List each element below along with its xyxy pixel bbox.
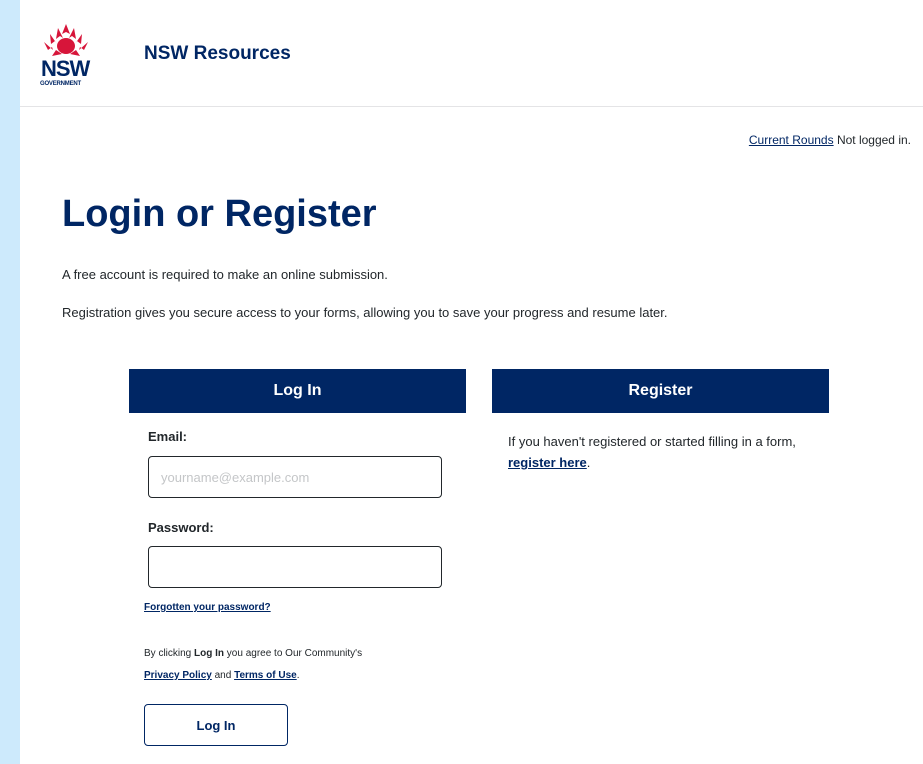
nsw-government-logo[interactable]: NSW GOVERNMENT bbox=[38, 22, 106, 92]
logo-subtext: GOVERNMENT bbox=[40, 81, 82, 87]
register-here-link[interactable]: register here bbox=[508, 455, 587, 470]
agree-login-bold: Log In bbox=[194, 648, 225, 659]
register-text: If you haven't registered or started fil… bbox=[508, 431, 818, 473]
current-rounds-link[interactable]: Current Rounds bbox=[749, 133, 834, 147]
agree-period: . bbox=[296, 670, 300, 681]
intro-text-2: Registration gives you secure access to … bbox=[62, 305, 668, 320]
email-field[interactable] bbox=[148, 456, 442, 498]
privacy-policy-link[interactable]: Privacy Policy bbox=[144, 670, 212, 681]
agree-mid: you agree to Our Community's bbox=[224, 648, 363, 659]
page-container: NSW GOVERNMENT NSW Resources Current Rou… bbox=[20, 0, 923, 764]
terms-agreement-text: By clicking Log In you agree to Our Comm… bbox=[144, 643, 362, 687]
email-label: Email: bbox=[148, 429, 188, 444]
login-button[interactable]: Log In bbox=[144, 704, 288, 746]
forgot-password-link[interactable]: Forgotten your password? bbox=[144, 602, 271, 613]
agree-prefix: By clicking bbox=[144, 648, 195, 659]
password-label: Password: bbox=[148, 520, 214, 535]
logo-text: NSW bbox=[41, 56, 90, 81]
intro-text-1: A free account is required to make an on… bbox=[62, 267, 388, 282]
register-panel-heading: Register bbox=[492, 369, 829, 413]
password-field[interactable] bbox=[148, 546, 442, 588]
register-period: . bbox=[586, 455, 591, 470]
login-status: Not logged in. bbox=[836, 133, 911, 147]
terms-of-use-link[interactable]: Terms of Use bbox=[234, 670, 297, 681]
login-panel-heading: Log In bbox=[129, 369, 466, 413]
agree-and: and bbox=[211, 670, 235, 681]
top-status-bar: Current Rounds Not logged in. bbox=[749, 133, 911, 147]
site-title[interactable]: NSW Resources bbox=[144, 43, 291, 65]
register-description: If you haven't registered or started fil… bbox=[508, 434, 796, 449]
site-header: NSW GOVERNMENT NSW Resources bbox=[20, 0, 923, 107]
page-title: Login or Register bbox=[62, 193, 377, 235]
waratah-icon bbox=[44, 24, 88, 56]
